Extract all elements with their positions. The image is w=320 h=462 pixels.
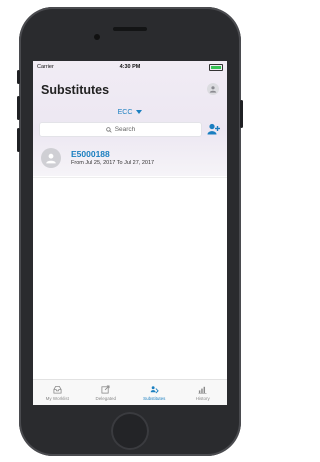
status-bar: Carrier 4:30 PM [33, 61, 227, 73]
search-input[interactable]: Search [39, 122, 202, 137]
profile-button[interactable] [207, 83, 219, 95]
speaker-grille [113, 27, 147, 31]
mute-switch [17, 70, 20, 84]
substitutes-icon [150, 385, 159, 393]
app-screen: Carrier 4:30 PM Substitutes ECC Search E… [33, 61, 227, 405]
search-icon [105, 126, 112, 133]
add-user-icon[interactable] [207, 123, 221, 135]
tab-delegated[interactable]: Delegated [82, 380, 131, 405]
volume-up-button [17, 96, 20, 120]
power-button [240, 100, 243, 128]
tab-label: My Worklist [45, 395, 69, 401]
tab-label: Substitutes [143, 395, 166, 401]
tab-label: Delegated [95, 395, 117, 401]
home-button[interactable] [111, 412, 149, 450]
tab-bar: My Worklist Delegated Substitutes Histor… [33, 379, 227, 405]
page-title: Substitutes [41, 83, 110, 97]
battery-icon [209, 64, 223, 71]
substitute-dates: From Jul 25, 2017 To Jul 27, 2017 [71, 160, 155, 166]
front-camera [94, 34, 100, 40]
delegated-icon [101, 384, 110, 394]
volume-down-button [17, 128, 20, 152]
avatar [41, 148, 61, 168]
tab-my-worklist[interactable]: My Worklist [33, 380, 82, 405]
search-placeholder: Search [114, 126, 136, 133]
history-icon [198, 386, 207, 394]
list-item[interactable]: E5000188 From Jul 25, 2017 To Jul 27, 20… [33, 139, 227, 178]
user-icon [209, 86, 217, 93]
system-selector-value: ECC [117, 109, 133, 116]
chevron-down-icon [136, 110, 143, 115]
substitute-id: E5000188 [71, 149, 110, 159]
inbox-icon [53, 385, 62, 394]
user-icon [46, 153, 56, 164]
system-selector[interactable]: ECC [33, 109, 227, 116]
tab-history[interactable]: History [179, 380, 228, 405]
tab-substitutes[interactable]: Substitutes [130, 380, 179, 405]
clock: 4:30 PM [119, 64, 141, 70]
tab-label: History [195, 395, 210, 401]
